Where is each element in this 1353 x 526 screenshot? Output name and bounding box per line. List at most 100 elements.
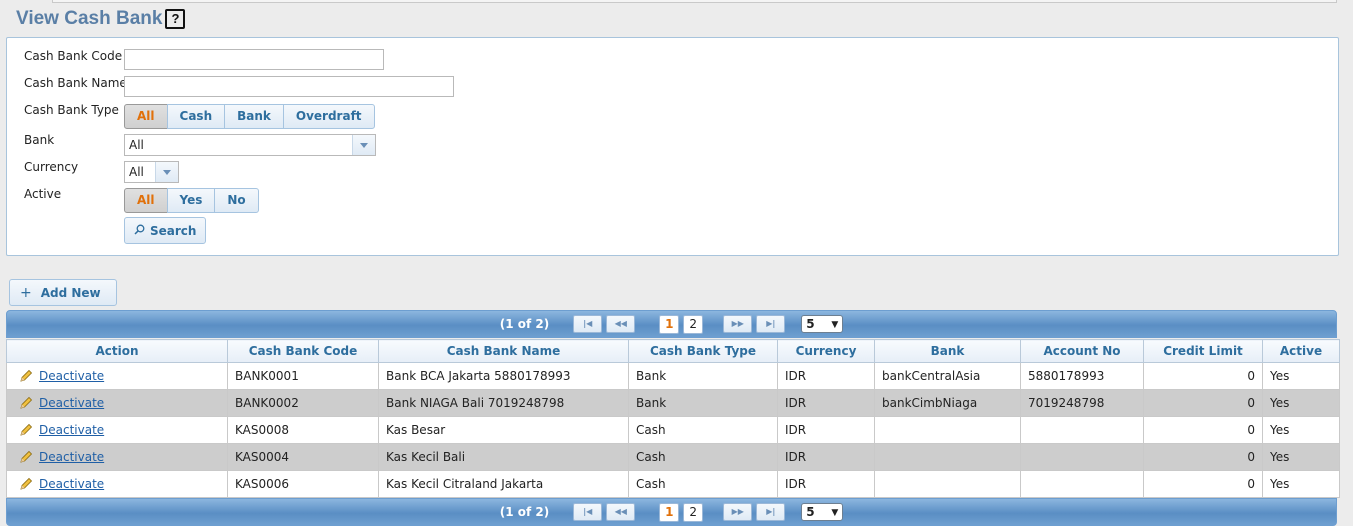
currency-dropdown[interactable]: All — [124, 161, 179, 183]
help-icon[interactable]: ? — [165, 9, 186, 29]
action-cell: Deactivate — [6, 416, 228, 444]
code-cell: BANK0001 — [227, 362, 379, 390]
table-row: Deactivate KAS0008 Kas Besar Cash IDR 0 … — [6, 416, 1340, 444]
account-no-cell — [1020, 416, 1144, 444]
table-row: Deactivate BANK0001 Bank BCA Jakarta 588… — [6, 362, 1340, 390]
pencil-icon[interactable] — [19, 450, 33, 464]
active-option-all[interactable]: All — [124, 188, 168, 213]
first-page-button[interactable]: |◀ — [573, 315, 603, 333]
column-header-type[interactable]: Cash Bank Type — [628, 339, 778, 363]
chevron-down-icon[interactable] — [155, 162, 178, 182]
column-header-active[interactable]: Active — [1262, 339, 1340, 363]
page-2-button[interactable]: 2 — [683, 314, 704, 334]
first-page-button[interactable]: |◀ — [573, 503, 603, 521]
column-header-name[interactable]: Cash Bank Name — [378, 339, 629, 363]
column-header-account-no[interactable]: Account No — [1020, 339, 1144, 363]
code-cell: KAS0006 — [227, 470, 379, 498]
bank-cell — [874, 443, 1021, 471]
name-cell: Kas Besar — [378, 416, 629, 444]
type-cell: Cash — [628, 443, 778, 471]
active-selector: All Yes No — [124, 188, 259, 213]
deactivate-link[interactable]: Deactivate — [39, 423, 104, 437]
rows-per-page-value: 5 — [806, 505, 815, 519]
active-option-no[interactable]: No — [214, 188, 259, 213]
account-no-cell — [1020, 470, 1144, 498]
cash-bank-type-label: Cash Bank Type — [24, 103, 119, 117]
table-header-row: Action Cash Bank Code Cash Bank Name Cas… — [6, 339, 1340, 363]
column-header-bank[interactable]: Bank — [874, 339, 1021, 363]
search-button[interactable]: Search — [124, 217, 207, 244]
type-option-cash[interactable]: Cash — [166, 104, 226, 129]
active-cell: Yes — [1262, 389, 1340, 417]
prev-page-button[interactable]: ◀◀ — [606, 503, 636, 521]
action-cell: Deactivate — [6, 389, 228, 417]
column-header-code[interactable]: Cash Bank Code — [227, 339, 379, 363]
pencil-icon[interactable] — [19, 423, 33, 437]
type-option-bank[interactable]: Bank — [224, 104, 284, 129]
table-row: Deactivate BANK0002 Bank NIAGA Bali 7019… — [6, 389, 1340, 417]
cash-bank-table: Action Cash Bank Code Cash Bank Name Cas… — [6, 339, 1340, 498]
type-cell: Cash — [628, 416, 778, 444]
page-1-button[interactable]: 1 — [659, 314, 680, 334]
prev-page-button[interactable]: ◀◀ — [606, 315, 636, 333]
add-new-button[interactable]: + Add New — [9, 279, 117, 306]
pencil-icon[interactable] — [19, 396, 33, 410]
active-cell: Yes — [1262, 416, 1340, 444]
last-page-button[interactable]: ▶| — [756, 503, 786, 521]
active-cell: Yes — [1262, 470, 1340, 498]
account-no-cell — [1020, 443, 1144, 471]
rows-per-page-select[interactable]: 5 ▼ — [801, 315, 844, 333]
cash-bank-name-input[interactable] — [124, 76, 454, 97]
page-title-text: View Cash Bank — [16, 8, 163, 29]
page-1-button[interactable]: 1 — [659, 502, 680, 522]
code-cell: BANK0002 — [227, 389, 379, 417]
type-option-all[interactable]: All — [124, 104, 168, 129]
currency-label: Currency — [24, 160, 79, 174]
credit-limit-cell: 0 — [1143, 470, 1263, 498]
deactivate-link[interactable]: Deactivate — [39, 396, 104, 410]
active-option-yes[interactable]: Yes — [166, 188, 216, 213]
action-cell: Deactivate — [6, 443, 228, 471]
credit-limit-cell: 0 — [1143, 362, 1263, 390]
bank-label: Bank — [24, 133, 55, 147]
bank-cell — [874, 416, 1021, 444]
page-title: View Cash Bank ? — [16, 8, 186, 30]
column-header-action[interactable]: Action — [6, 339, 228, 363]
column-header-credit-limit[interactable]: Credit Limit — [1143, 339, 1263, 363]
cash-bank-code-input[interactable] — [124, 49, 384, 70]
name-cell: Bank NIAGA Bali 7019248798 — [378, 389, 629, 417]
paginator-top: (1 of 2) |◀ ◀◀ 1 2 ▶▶ ▶| 5 ▼ — [6, 310, 1337, 338]
add-new-label: Add New — [40, 285, 101, 300]
last-page-button[interactable]: ▶| — [756, 315, 786, 333]
deactivate-link[interactable]: Deactivate — [39, 477, 104, 491]
search-icon — [134, 224, 145, 238]
name-cell: Kas Kecil Bali — [378, 443, 629, 471]
deactivate-link[interactable]: Deactivate — [39, 369, 104, 383]
filter-panel: Cash Bank Code Cash Bank Name Cash Bank … — [6, 37, 1339, 256]
cash-bank-code-label: Cash Bank Code — [24, 49, 123, 63]
deactivate-link[interactable]: Deactivate — [39, 450, 104, 464]
account-no-cell: 5880178993 — [1020, 362, 1144, 390]
pencil-icon[interactable] — [19, 369, 33, 383]
table-row: Deactivate KAS0006 Kas Kecil Citraland J… — [6, 470, 1340, 498]
action-cell: Deactivate — [6, 470, 228, 498]
cash-bank-name-label: Cash Bank Name — [24, 76, 127, 90]
next-page-button[interactable]: ▶▶ — [723, 503, 753, 521]
rows-per-page-select[interactable]: 5 ▼ — [801, 503, 844, 521]
cash-bank-type-selector: All Cash Bank Overdraft — [124, 104, 375, 129]
type-option-overdraft[interactable]: Overdraft — [282, 104, 375, 129]
column-header-currency[interactable]: Currency — [777, 339, 875, 363]
pencil-icon[interactable] — [19, 477, 33, 491]
currency-dropdown-value: All — [129, 165, 144, 179]
table-row: Deactivate KAS0004 Kas Kecil Bali Cash I… — [6, 443, 1340, 471]
bank-dropdown-value: All — [129, 138, 144, 152]
search-button-label: Search — [150, 223, 197, 238]
page-summary: (1 of 2) — [499, 505, 550, 519]
bank-dropdown[interactable]: All — [124, 134, 376, 156]
bank-cell: bankCimbNiaga — [874, 389, 1021, 417]
next-page-button[interactable]: ▶▶ — [723, 315, 753, 333]
chevron-down-icon[interactable] — [352, 135, 375, 155]
currency-cell: IDR — [777, 389, 875, 417]
page-2-button[interactable]: 2 — [683, 502, 704, 522]
plus-icon: + — [20, 284, 32, 301]
